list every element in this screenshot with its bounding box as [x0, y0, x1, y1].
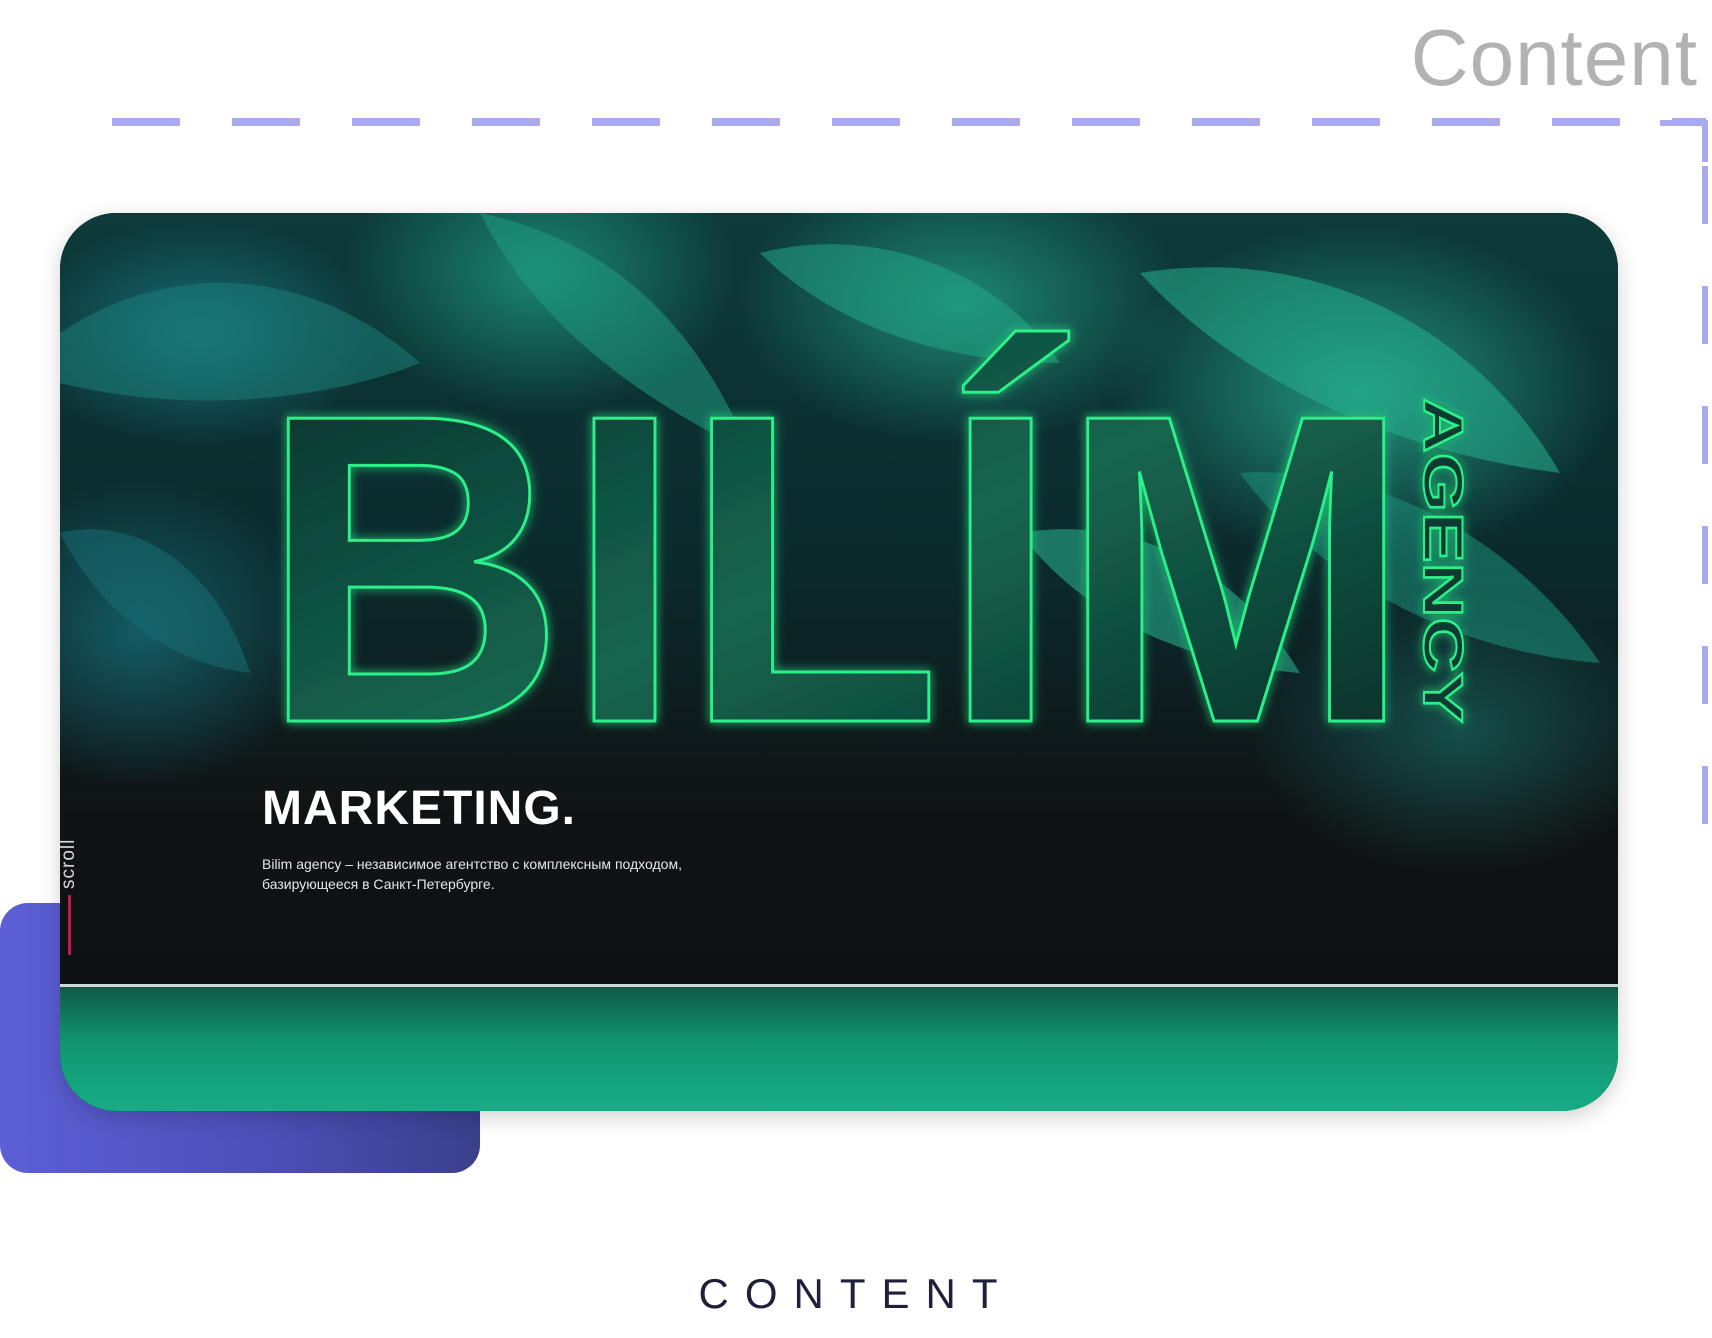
scroll-indicator[interactable]: scroll	[60, 823, 82, 955]
hero-description: Bilim agency – независимое агентство с к…	[262, 856, 682, 892]
guide-dashed-horizontal	[112, 118, 1706, 126]
green-footer-band	[60, 987, 1618, 1111]
hero-headline: MARKETING.	[262, 782, 576, 835]
preview-card: BILÍM AGENCY scroll MARKETING. Bilim age…	[60, 213, 1618, 1111]
scroll-indicator-line	[68, 895, 71, 955]
scroll-label: scroll	[60, 838, 79, 889]
logo-word: BILÍM	[260, 324, 1412, 815]
bottom-caption: CONTENT	[698, 1270, 1014, 1317]
hero-section: BILÍM AGENCY scroll MARKETING. Bilim age…	[60, 213, 1618, 985]
guide-dashed-vertical	[1702, 166, 1708, 878]
corner-label: Content	[1410, 13, 1698, 102]
logo-side-word: AGENCY	[1412, 398, 1475, 723]
guide-dashed-corner	[1660, 120, 1708, 162]
